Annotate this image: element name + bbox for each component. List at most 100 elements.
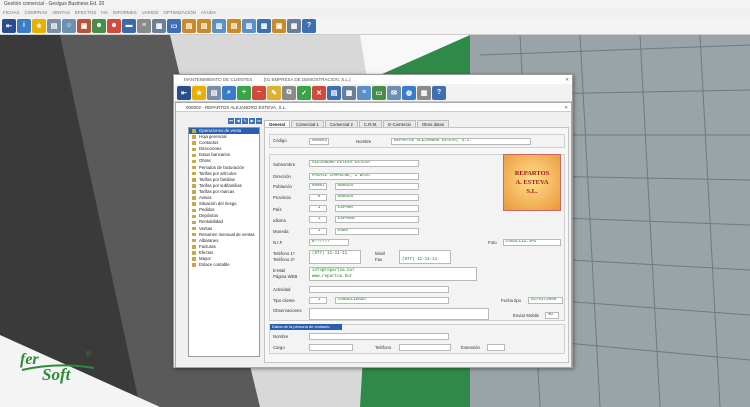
tab-e-comercio[interactable]: E-Comercio bbox=[383, 120, 416, 127]
last-record-icon[interactable]: ⏭ bbox=[256, 118, 262, 124]
printer-icon[interactable]: ▦ bbox=[152, 18, 166, 33]
menu-item[interactable]: IVA bbox=[101, 9, 108, 17]
idioma-label: Idioma bbox=[273, 218, 286, 223]
menu-item[interactable]: VENTAS bbox=[52, 9, 70, 17]
tab-c-r-m-[interactable]: C.R.M. bbox=[358, 120, 383, 127]
menu-item[interactable]: EFECTOS bbox=[75, 9, 96, 17]
calendar-icon[interactable]: ▦ bbox=[257, 18, 271, 33]
tree-item[interactable]: Enlace contable bbox=[189, 262, 259, 268]
tipo-field[interactable]: CONSOLIDADO bbox=[335, 297, 449, 304]
photo-line-2: A. ESTEVA bbox=[515, 179, 549, 186]
edit-icon[interactable]: ✎ bbox=[267, 85, 281, 100]
tipo-code-field[interactable]: 1 bbox=[309, 297, 327, 304]
add-icon[interactable]: + bbox=[237, 85, 251, 100]
supplier-icon[interactable]: ☻ bbox=[92, 18, 106, 33]
pais-code-field[interactable]: 1 bbox=[309, 205, 327, 212]
next-record-icon[interactable]: ▶ bbox=[249, 118, 255, 124]
web-icon[interactable]: ◍ bbox=[402, 85, 416, 100]
user-icon[interactable]: ☻ bbox=[107, 18, 121, 33]
nombre-field[interactable]: REPARTOS ALEJANDRO ESTEVA, S.L. bbox=[391, 138, 531, 145]
codigo-field[interactable]: 000002 bbox=[309, 138, 329, 145]
first-record-icon[interactable]: ⏮ bbox=[228, 118, 234, 124]
tab-general[interactable]: General bbox=[264, 120, 291, 127]
labels-icon[interactable]: ▭ bbox=[372, 85, 386, 100]
clients-maintenance-window: MANTENIMIENTO DE CLIENTES [01 EMPRESA DE… bbox=[173, 74, 573, 368]
clipboard-icon[interactable]: ▤ bbox=[227, 18, 241, 33]
observaciones-field[interactable] bbox=[309, 308, 489, 320]
users-icon[interactable]: ☺ bbox=[62, 18, 76, 33]
menu-item[interactable]: FICHAS bbox=[3, 9, 20, 17]
tab-comercial-1[interactable]: Comercial 1 bbox=[291, 120, 324, 127]
box-icon[interactable]: ▣ bbox=[77, 18, 91, 33]
poblacion-cp-field[interactable]: 09001 bbox=[309, 183, 327, 190]
menu-item[interactable]: COMPRAS bbox=[25, 9, 48, 17]
edit-record-icon[interactable]: ✎ bbox=[242, 118, 248, 124]
email-web-field[interactable]: info@repartoa.bur www.repartoa.bur bbox=[309, 267, 477, 281]
moneda-code-field[interactable]: 1 bbox=[309, 228, 327, 235]
tab-otros-datos[interactable]: Otros datos bbox=[416, 120, 450, 127]
document-icon[interactable]: ▤ bbox=[207, 85, 221, 100]
idioma-field[interactable]: ESPAÑOL bbox=[335, 216, 419, 223]
list-icon[interactable]: ≡ bbox=[357, 85, 371, 100]
fecha-tipo-field[interactable]: 01/01/2008 bbox=[528, 297, 563, 304]
nif-field[interactable]: B-????? bbox=[309, 239, 349, 246]
invoice2-icon[interactable]: ▤ bbox=[197, 18, 211, 33]
menu-item[interactable]: AYUDA bbox=[201, 9, 216, 17]
remove-icon[interactable]: − bbox=[252, 85, 266, 100]
window1-close-icon[interactable]: ✕ bbox=[565, 75, 569, 84]
cancel-icon[interactable]: ✕ bbox=[312, 85, 326, 100]
email-icon[interactable]: ✉ bbox=[387, 85, 401, 100]
exit-icon[interactable]: ⇤ bbox=[2, 18, 16, 33]
print-icon[interactable]: ▤ bbox=[327, 85, 341, 100]
truck-icon[interactable]: ▬ bbox=[122, 18, 136, 33]
menu-item[interactable]: VARIOS bbox=[142, 9, 159, 17]
document-icon[interactable]: ▤ bbox=[47, 18, 61, 33]
accept-icon[interactable]: ✓ bbox=[297, 85, 311, 100]
report-icon[interactable]: ▥ bbox=[212, 18, 226, 33]
contacto-telefono-field[interactable] bbox=[399, 344, 451, 351]
window2-close-icon[interactable]: ✕ bbox=[564, 103, 568, 112]
preview-icon[interactable]: ▦ bbox=[342, 85, 356, 100]
contacto-cargo-field[interactable] bbox=[309, 344, 353, 351]
enviar-mobile-field[interactable]: NO bbox=[545, 312, 559, 319]
provincia-field[interactable]: BURGOS bbox=[335, 194, 419, 201]
foto-field[interactable]: LOGOCLI2.JPG bbox=[503, 239, 561, 246]
subnombre-field[interactable]: ALEJANDRO ESTEVA ESTEVA bbox=[309, 160, 419, 167]
telefono-field[interactable]: (977) 11-11-11 bbox=[309, 250, 361, 264]
window1-subtitle: [01 EMPRESA DE DEMOSTRACION, S.L.] bbox=[264, 77, 351, 82]
poblacion-field[interactable]: BURGOS bbox=[335, 183, 419, 190]
star-icon[interactable]: ★ bbox=[32, 18, 46, 33]
folder-icon[interactable]: ▭ bbox=[167, 18, 181, 33]
tab-comercial-2[interactable]: Comercial 2 bbox=[324, 120, 358, 127]
star-icon[interactable]: ★ bbox=[192, 85, 206, 100]
exit-icon[interactable]: ⇤ bbox=[177, 85, 191, 100]
menu-item[interactable]: OPTIMIZACIÓN bbox=[163, 9, 196, 17]
idioma-code-field[interactable]: 1 bbox=[309, 216, 327, 223]
calculator-icon[interactable]: ▦ bbox=[287, 18, 301, 33]
pais-field[interactable]: ESPAÑA bbox=[335, 205, 419, 212]
search-icon[interactable]: ⌕ bbox=[222, 85, 236, 100]
menu-item[interactable]: INFORMES bbox=[113, 9, 137, 17]
telefono2-label: Teléfono 2º bbox=[273, 257, 295, 262]
invoice-icon[interactable]: ▤ bbox=[182, 18, 196, 33]
options-tree: Operaciones de venta Hoja gerencial Contac… bbox=[188, 127, 260, 357]
stamp-icon[interactable]: ▣ bbox=[272, 18, 286, 33]
tipo-cliente-label: Tipo cliente bbox=[273, 298, 295, 303]
list-icon[interactable]: ≡ bbox=[137, 18, 151, 33]
contacto-nombre-field[interactable] bbox=[309, 333, 449, 340]
observaciones-label: Observaciones bbox=[273, 308, 302, 313]
calculator-icon[interactable]: ▦ bbox=[417, 85, 431, 100]
help-icon[interactable]: ? bbox=[432, 85, 446, 100]
fax-field[interactable]: (977) 11-11-11 bbox=[399, 250, 451, 264]
actividad-field[interactable] bbox=[309, 286, 449, 293]
prev-record-icon[interactable]: ◀ bbox=[235, 118, 241, 124]
contacto-extension-field[interactable] bbox=[487, 344, 505, 351]
moneda-field[interactable]: EURO bbox=[335, 228, 419, 235]
moneda-label: Moneda bbox=[273, 229, 289, 234]
direccion-field[interactable]: PASAJE CAMPECHE, 2 BAJO bbox=[309, 173, 419, 180]
help-icon[interactable]: ? bbox=[302, 18, 316, 33]
info-icon[interactable]: i bbox=[17, 18, 31, 33]
copy-icon[interactable]: ⧉ bbox=[282, 85, 296, 100]
provincia-code-field[interactable]: 9 bbox=[309, 194, 327, 201]
chart-icon[interactable]: ▥ bbox=[242, 18, 256, 33]
